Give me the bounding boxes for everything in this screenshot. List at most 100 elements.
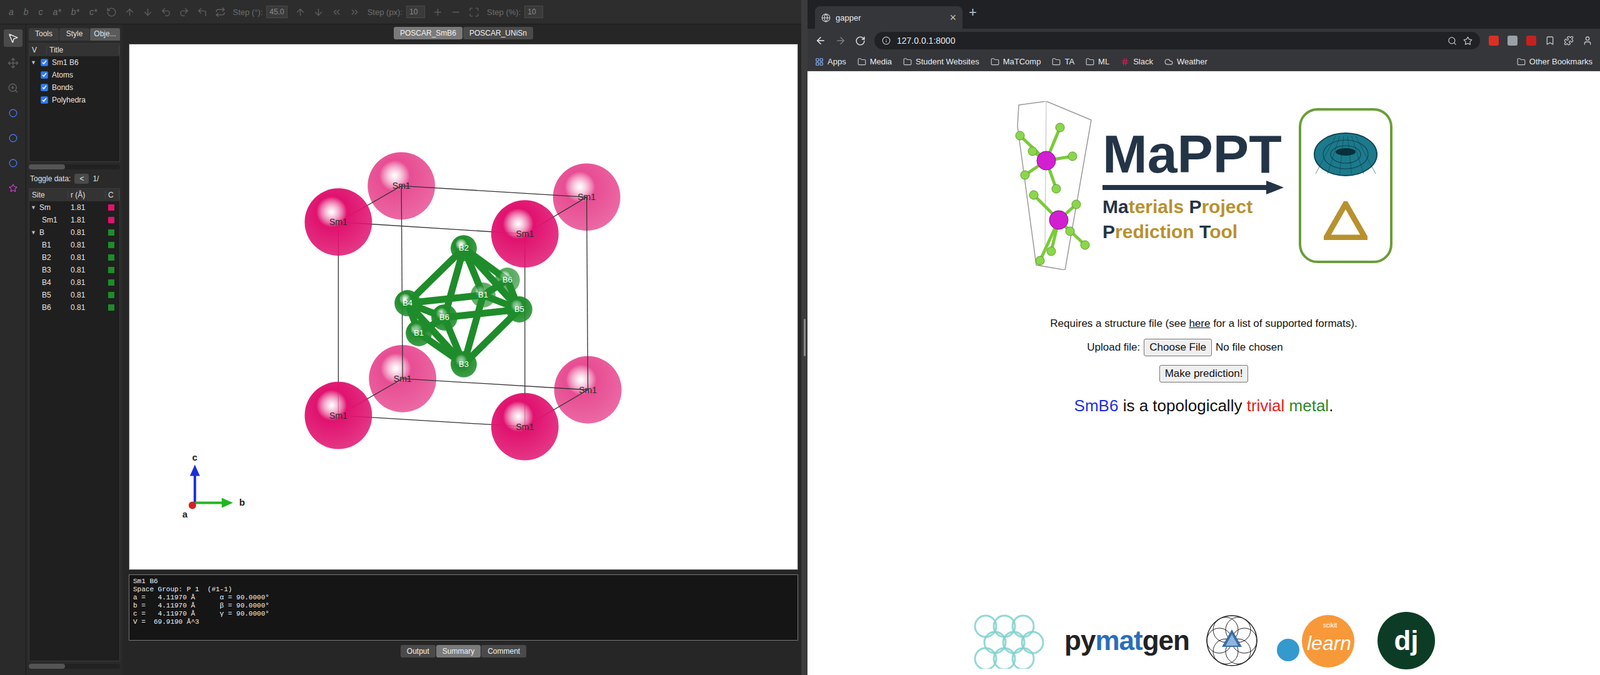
axis-button[interactable]: c [37,6,45,17]
atom[interactable]: B6 [495,267,520,293]
site-row[interactable]: Sm11.81 [29,213,120,227]
color-swatch[interactable] [108,216,115,224]
formats-link[interactable]: here [1188,317,1210,330]
color-swatch[interactable] [108,229,115,236]
bookmark[interactable]: ML [1085,56,1110,67]
zoom-in-icon[interactable] [432,6,444,18]
prev-button[interactable]: < [74,173,89,184]
color-swatch[interactable] [108,204,115,211]
angle-tool[interactable] [3,129,23,147]
bookmark[interactable]: Slack [1120,56,1154,67]
field-input[interactable]: 10 [524,5,544,19]
expand-toggle[interactable]: ▼ [30,59,37,66]
atom[interactable]: B5 [506,296,533,323]
site-group-row[interactable]: ▼Sm1.81 [29,201,120,214]
scrollbar[interactable] [28,663,120,669]
axis-button[interactable]: b* [70,6,81,17]
reload-icon[interactable] [855,35,866,47]
output-tab[interactable]: Comment [481,645,527,658]
tree-row[interactable]: Polyhedra [29,93,120,107]
redo-icon[interactable] [178,6,190,18]
site-row[interactable]: B50.81 [29,288,120,302]
forward-icon[interactable] [835,35,847,47]
bookmark[interactable]: MaTComp [990,56,1042,67]
color-swatch[interactable] [108,304,115,311]
site-row[interactable]: B30.81 [29,263,120,277]
atom[interactable]: Sm1 [491,393,559,461]
expand-toggle[interactable]: ▼ [30,229,37,236]
atom[interactable]: Sm1 [304,381,372,450]
bond-tool[interactable] [3,104,23,122]
file-tab[interactable]: POSCAR_SmB6 [393,26,463,40]
undo-icon[interactable] [160,6,172,18]
site-row[interactable]: B60.81 [29,301,120,314]
bookmark-icon[interactable] [1545,35,1555,46]
visibility-checkbox[interactable] [40,96,49,104]
expand-toggle[interactable]: ▼ [30,204,37,211]
extensions-icon[interactable] [1563,35,1574,46]
field-input[interactable]: 45.0 [266,5,287,19]
other-bookmarks[interactable]: Other Bookmarks [1516,56,1593,67]
extension-icon[interactable] [1507,35,1518,46]
file-tab[interactable]: POSCAR_UNiSn [463,26,534,40]
site-row[interactable]: B10.81 [29,238,120,252]
color-swatch[interactable] [108,291,115,299]
site-group-row[interactable]: ▼B0.81 [29,226,120,239]
atom[interactable]: B1 [405,320,432,347]
axis-button[interactable]: a [7,6,15,17]
up-icon[interactable] [124,6,135,18]
atom[interactable]: B3 [450,351,477,378]
new-tab[interactable]: + [968,5,977,24]
atom[interactable]: B4 [394,290,421,317]
structure-view[interactable]: Sm1Sm1Sm1Sm1B6B1B2B4B5B6B1B3Sm1Sm1Sm1Sm1… [129,44,798,570]
down-icon[interactable] [142,6,154,18]
atom[interactable]: B6 [431,304,458,331]
extension-icon[interactable] [1488,35,1499,46]
side-tab[interactable]: Tools [28,28,59,41]
color-swatch[interactable] [108,266,115,274]
atom[interactable]: B2 [450,235,477,262]
turn-left-icon[interactable] [196,6,208,18]
column-header[interactable]: V [29,45,47,55]
up-icon[interactable] [295,6,306,18]
tree-row[interactable]: Atoms [29,68,120,82]
extension-icon[interactable] [1526,35,1537,46]
search-icon[interactable] [1447,36,1457,46]
scrollbar[interactable] [28,164,120,170]
color-swatch[interactable] [108,279,115,286]
browser-tab[interactable]: gapper× [815,6,963,29]
select-tool[interactable] [3,29,23,47]
choose-file-button[interactable]: Choose File [1143,338,1212,357]
bookmark[interactable]: TA [1051,56,1075,67]
split-divider[interactable] [801,0,808,675]
axis-button[interactable]: a* [51,6,63,17]
plane-tool[interactable] [3,179,23,197]
zoom-out-icon[interactable] [450,6,462,18]
move-tool[interactable] [3,54,23,72]
visibility-checkbox[interactable] [40,71,49,79]
bookmark[interactable]: Weather [1164,56,1208,67]
atom[interactable]: Sm1 [491,200,559,268]
dihedral-tool[interactable] [3,154,23,172]
close-tab[interactable]: × [949,11,957,24]
site-row[interactable]: B40.81 [29,276,120,289]
column-header[interactable]: C [105,190,120,200]
predict-button[interactable]: Make prediction! [1159,365,1249,383]
atom[interactable]: Sm1 [304,188,372,256]
bookmark[interactable]: Student Websites [903,56,980,67]
side-tab[interactable]: Style [59,28,90,41]
visibility-checkbox[interactable] [40,83,49,92]
visibility-checkbox[interactable] [40,58,49,67]
back-icon[interactable] [815,35,827,47]
column-header[interactable]: Site [29,190,69,200]
color-swatch[interactable] [108,241,115,249]
left-icon[interactable] [331,6,342,18]
rotate-icon[interactable] [106,6,117,18]
repeat-icon[interactable] [215,6,226,18]
profile-icon[interactable] [1582,35,1593,46]
canvas[interactable]: Sm1Sm1Sm1Sm1B6B1B2B4B5B6B1B3Sm1Sm1Sm1Sm1… [128,43,799,570]
column-header[interactable]: Title [46,45,120,55]
column-header[interactable]: r (Å) [68,190,106,200]
axis-button[interactable]: b [22,6,30,17]
side-tab[interactable]: Obje... [90,28,120,41]
